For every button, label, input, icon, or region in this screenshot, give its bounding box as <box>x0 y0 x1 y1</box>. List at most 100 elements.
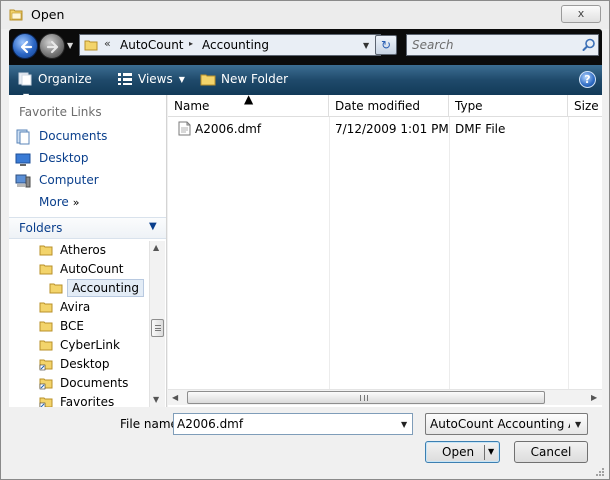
refresh-icon: ↻ <box>380 38 392 52</box>
column-divider <box>449 117 450 389</box>
scrollbar-thumb[interactable] <box>151 319 164 337</box>
views-icon <box>118 72 132 85</box>
file-list[interactable]: ▲ Name Date modified Type Size A2006.dmf… <box>168 92 602 407</box>
column-header-size[interactable]: Size <box>568 95 602 117</box>
scroll-up-icon[interactable]: ▲ <box>153 243 159 252</box>
more-label: More <box>39 195 69 209</box>
tree-item-accounting[interactable]: Accounting <box>49 279 150 298</box>
resize-grip-icon[interactable] <box>595 467 605 477</box>
tree-item-label: Accounting <box>67 279 145 297</box>
favorite-link-label: More» <box>39 195 79 209</box>
column-header-type[interactable]: Type <box>449 95 568 117</box>
split-divider <box>484 445 485 460</box>
favorite-link-more[interactable]: More» <box>15 193 165 213</box>
address-separator-icon[interactable]: ▸ <box>189 39 193 48</box>
favorite-link-computer[interactable]: Computer <box>15 171 165 191</box>
navigation-pane: Favorite Links Documents Desktop Compute… <box>9 95 167 407</box>
open-folder-icon <box>49 283 63 294</box>
tree-item-atheros[interactable]: Atheros <box>39 241 150 260</box>
open-button[interactable]: Open ▼ <box>425 441 500 463</box>
search-input[interactable]: Search <box>406 34 599 56</box>
desktop-icon <box>15 153 31 166</box>
column-label: Type <box>455 99 483 113</box>
chevron-down-icon: ▼ <box>575 420 582 429</box>
address-segment-autocount[interactable]: AutoCount <box>120 38 184 52</box>
file-type: DMF File <box>455 122 506 136</box>
shortcut-folder-icon <box>39 359 53 371</box>
column-divider <box>329 117 330 389</box>
column-header-date-modified[interactable]: Date modified <box>329 95 449 117</box>
tree-item-bce[interactable]: BCE <box>39 317 150 336</box>
file-name-input[interactable]: A2006.dmf ▼ <box>173 413 413 435</box>
back-arrow-icon <box>20 40 33 54</box>
favorite-link-desktop[interactable]: Desktop <box>15 149 165 169</box>
file-name-dropdown-icon[interactable]: ▼ <box>401 420 407 429</box>
title-bar[interactable]: Open x <box>1 1 609 29</box>
tree-item-label: AutoCount <box>60 262 124 276</box>
views-button[interactable]: Views ▼ <box>117 71 193 89</box>
refresh-button[interactable]: ↻ <box>375 35 397 55</box>
tree-item-label: BCE <box>60 319 84 333</box>
open-dropdown-icon[interactable]: ▼ <box>488 447 494 456</box>
tree-item-desktop[interactable]: Desktop <box>39 355 150 374</box>
search-placeholder: Search <box>412 38 454 52</box>
cancel-button[interactable]: Cancel <box>514 441 588 463</box>
organize-icon <box>18 72 32 85</box>
file-row[interactable]: A2006.dmf 7/12/2009 1:01 PM DMF File <box>168 119 602 139</box>
address-segment-accounting[interactable]: Accounting <box>202 38 269 52</box>
grip-icon <box>360 395 368 401</box>
column-label: Name <box>174 99 210 113</box>
favorite-link-label: Computer <box>39 173 99 187</box>
close-button[interactable]: x <box>561 5 601 23</box>
address-bar[interactable]: « AutoCount ▸ Accounting ▼ <box>79 34 381 56</box>
folder-icon <box>39 264 53 275</box>
file-date-modified: 7/12/2009 1:01 PM <box>335 122 449 136</box>
address-dropdown-icon[interactable]: ▼ <box>363 41 369 50</box>
column-divider <box>568 117 569 389</box>
column-header-name[interactable]: ▲ Name <box>168 92 329 117</box>
file-icon <box>178 121 191 136</box>
address-overflow-chevron[interactable]: « <box>104 37 111 50</box>
views-dropdown-icon: ▼ <box>178 75 185 84</box>
scroll-right-icon[interactable]: ▶ <box>591 393 597 402</box>
computer-icon <box>15 174 31 188</box>
more-arrows-icon: » <box>72 196 80 209</box>
address-strip: ▼ « AutoCount ▸ Accounting ▼ ↻ Search <box>9 29 602 65</box>
folder-icon <box>39 245 53 256</box>
shortcut-folder-icon <box>39 378 53 390</box>
back-button[interactable] <box>12 33 38 59</box>
favorite-link-label: Desktop <box>39 151 89 165</box>
folder-tree: Atheros AutoCount Accounting Avira BCE C… <box>9 241 150 407</box>
forward-arrow-icon <box>46 40 59 54</box>
new-folder-button[interactable]: New Folder <box>200 71 292 89</box>
tree-item-documents[interactable]: Documents <box>39 374 150 393</box>
file-list-horizontal-scrollbar[interactable]: ◀ ▶ <box>168 389 602 405</box>
views-label: Views <box>138 72 173 86</box>
history-dropdown-icon[interactable]: ▼ <box>67 41 77 51</box>
open-dialog: Open x ▼ « AutoCount ▸ Accounting ▼ ↻ Se… <box>0 0 610 480</box>
folder-icon <box>39 302 53 313</box>
scroll-left-icon[interactable]: ◀ <box>172 393 178 402</box>
tree-item-avira[interactable]: Avira <box>39 298 150 317</box>
open-folder-icon <box>9 9 23 21</box>
scrollbar-thumb[interactable] <box>187 391 545 404</box>
organize-button[interactable]: Organize▼ <box>17 71 103 101</box>
folder-tree-scrollbar[interactable]: ▲ ▼ <box>149 241 165 407</box>
tree-item-cyberlink[interactable]: CyberLink <box>39 336 150 355</box>
scroll-down-icon[interactable]: ▼ <box>153 395 159 404</box>
new-folder-label: New Folder <box>221 72 289 86</box>
sort-ascending-icon: ▲ <box>244 92 254 106</box>
tree-item-favorites[interactable]: Favorites <box>39 393 150 407</box>
close-icon: x <box>577 7 585 20</box>
favorite-link-documents[interactable]: Documents <box>15 127 165 147</box>
tree-item-autocount[interactable]: AutoCount <box>39 260 150 279</box>
folders-toggle[interactable]: Folders ▼ <box>9 217 166 239</box>
forward-button[interactable] <box>39 33 65 59</box>
shortcut-folder-icon <box>39 397 53 407</box>
file-name-value: A2006.dmf <box>177 417 244 431</box>
help-button[interactable]: ? <box>579 71 596 88</box>
file-type-filter[interactable]: AutoCount Accounting Accou ▼ <box>425 413 588 435</box>
chevron-down-icon: ▼ <box>149 221 157 232</box>
search-icon[interactable] <box>582 38 596 52</box>
favorite-link-label: Documents <box>39 129 108 143</box>
